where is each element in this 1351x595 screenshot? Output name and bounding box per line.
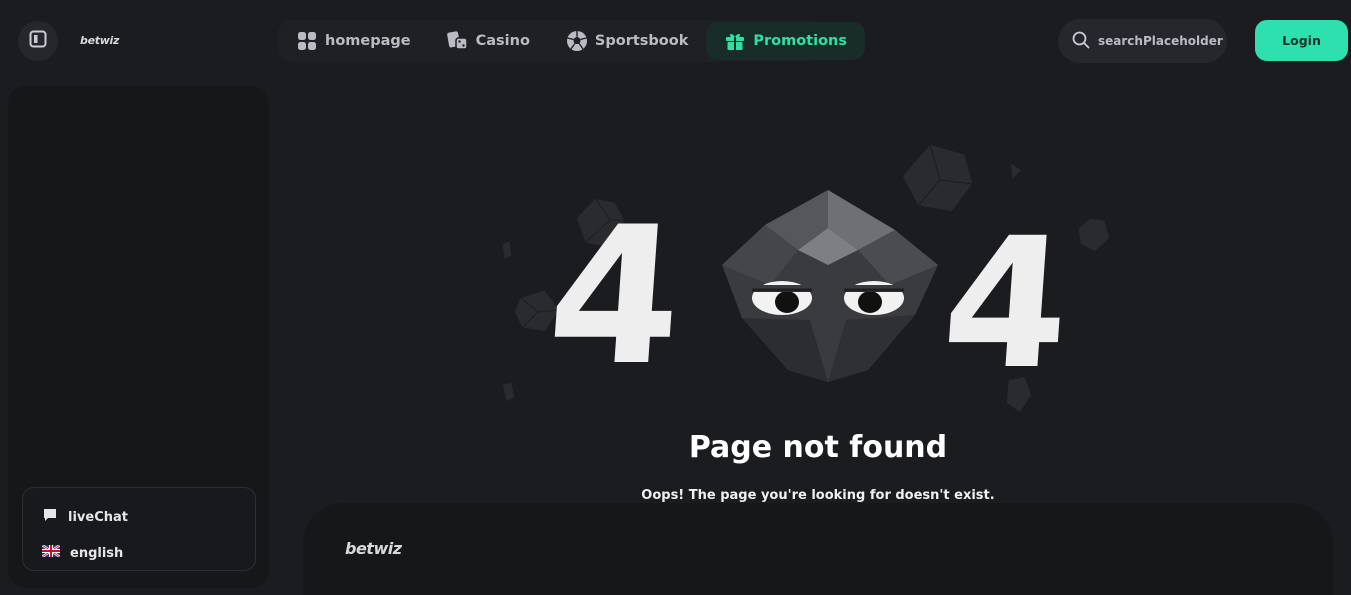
sidebar-toggle-button[interactable] xyxy=(18,21,58,61)
search-placeholder: searchPlaceholder xyxy=(1098,34,1223,48)
main-nav: homepage Casino Sportsbook Promotions xyxy=(278,20,866,62)
chat-bubble-icon xyxy=(42,507,58,527)
nav-item-casino[interactable]: Casino xyxy=(429,22,548,60)
footer: betwiz xyxy=(303,503,1333,595)
search-box[interactable]: searchPlaceholder xyxy=(1058,19,1227,63)
sidebar-item-label: liveChat xyxy=(68,509,128,525)
search-icon xyxy=(1072,31,1090,52)
error-illustration: 4 4 xyxy=(490,140,1111,420)
page-title: Page not found xyxy=(688,430,948,465)
uk-flag-icon xyxy=(41,544,61,561)
grid-icon xyxy=(296,30,318,52)
login-button[interactable]: Login xyxy=(1255,20,1348,61)
dice-cards-icon xyxy=(446,30,469,52)
sidebar-item-label: english xyxy=(70,545,124,561)
nav-item-sportsbook[interactable]: Sportsbook xyxy=(548,22,706,60)
error-message: Oops! The page you're looking for doesn'… xyxy=(641,488,995,503)
nav-item-label: Sportsbook xyxy=(594,33,689,49)
nav-item-label: homepage xyxy=(325,33,411,49)
soccer-ball-icon xyxy=(566,30,588,52)
sidebar-item-language[interactable]: english xyxy=(41,535,255,571)
sidebar-item-livechat[interactable]: liveChat xyxy=(42,499,255,535)
diamond-character-icon xyxy=(722,190,938,382)
gift-icon xyxy=(724,30,746,52)
error-digit-right: 4 xyxy=(936,199,1076,409)
brand-logo[interactable]: betwiz xyxy=(80,34,119,47)
nav-item-label: Promotions xyxy=(753,33,848,49)
nav-item-promotions[interactable]: Promotions xyxy=(706,22,866,60)
nav-item-label: Casino xyxy=(475,33,530,49)
top-bar: betwiz homepage Casino Sportsbook Promot… xyxy=(0,0,1351,80)
nav-item-homepage[interactable]: homepage xyxy=(278,22,429,60)
error-digit-left: 4 xyxy=(541,185,689,407)
sidebar-toggle-icon xyxy=(29,30,47,52)
footer-logo[interactable]: betwiz xyxy=(345,539,402,558)
sidebar-bottom-panel: liveChat english xyxy=(22,487,256,571)
